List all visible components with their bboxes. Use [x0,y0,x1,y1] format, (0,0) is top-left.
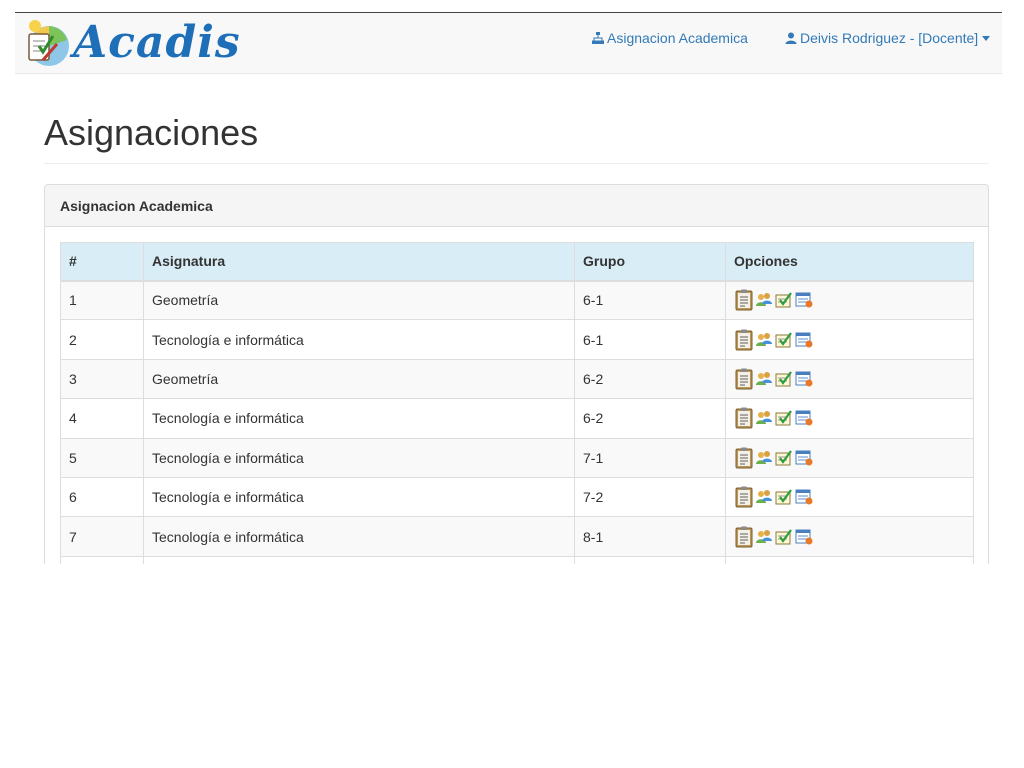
row-number: 2 [60,319,144,360]
user-menu-label: Deivis Rodriguez - [Docente] [800,30,979,46]
row-grupo: 6-1 [574,319,726,360]
grade-check-icon[interactable] [775,410,793,426]
row-grupo: 6-1 [574,279,726,321]
users-icon[interactable] [755,410,773,426]
table-row: 7 Tecnología e informática 8-1 [60,516,974,557]
row-number: 5 [60,437,144,478]
page-title: Asignaciones [44,112,259,153]
row-grupo: 7-2 [574,476,726,518]
grade-check-icon[interactable] [775,331,793,348]
table-header-row: # Asignatura Grupo Opciones [60,242,974,282]
clipboard-icon[interactable] [735,486,753,508]
report-icon[interactable] [795,529,813,545]
users-icon[interactable] [755,489,773,505]
nav-asignacion-academica-link[interactable]: Asignacion Academica [592,30,748,46]
row-opciones [725,476,974,518]
clipboard-icon[interactable] [735,526,753,548]
users-icon[interactable] [755,371,773,387]
row-opciones [725,437,974,478]
table-row [60,555,974,564]
grade-check-icon[interactable] [775,292,793,308]
table-row: 5 Tecnología e informática 7-1 [60,437,974,478]
row-number [60,555,144,564]
row-option-icons [734,289,965,311]
row-grupo: 7-1 [574,437,726,478]
row-option-icons [734,407,965,429]
row-option-icons [734,526,965,548]
clipboard-icon[interactable] [735,368,753,390]
table-row: 6 Tecnología e informática 7-2 [60,476,974,518]
grade-check-icon[interactable] [775,528,793,545]
row-asignatura [143,555,575,564]
column-header-asignatura: Asignatura [143,242,575,282]
acadis-logo-icon [19,16,71,70]
row-number: 4 [60,398,144,439]
row-grupo [574,555,726,564]
users-icon[interactable] [755,332,773,348]
column-header-opciones: Opciones [725,242,974,282]
report-icon[interactable] [795,332,813,348]
row-opciones [725,319,974,360]
row-asignatura: Tecnología e informática [143,398,575,439]
sitemap-icon [592,32,604,44]
row-asignatura: Geometría [143,279,575,321]
page-header: Asignaciones [44,112,989,164]
user-icon [785,32,797,44]
clipboard-icon[interactable] [735,289,753,311]
assignments-table: # Asignatura Grupo Opciones 1 Geometría 6-… [60,242,974,564]
row-asignatura: Tecnología e informática [143,516,575,557]
report-icon[interactable] [795,489,813,505]
table-row: 3 Geometría 6-2 [60,358,974,400]
row-number: 1 [60,279,144,321]
row-opciones [725,358,974,400]
row-asignatura: Tecnología e informática [143,437,575,478]
row-number: 3 [60,358,144,400]
row-option-icons [734,447,965,469]
row-asignatura: Geometría [143,358,575,400]
table-row: 1 Geometría 6-1 [60,279,974,321]
report-icon[interactable] [795,410,813,426]
clipboard-icon[interactable] [735,329,753,351]
row-asignatura: Tecnología e informática [143,476,575,518]
table-row: 4 Tecnología e informática 6-2 [60,398,974,439]
clipboard-icon[interactable] [735,407,753,429]
grade-check-icon[interactable] [775,371,793,387]
column-header-number: # [60,242,144,282]
nav-asignacion-label: Asignacion Academica [607,30,748,46]
navbar: Acadis Asignacion Academica Deivis Rodri… [15,13,1002,74]
row-option-icons [734,329,965,351]
panel-heading: Asignacion Academica [45,185,988,227]
grade-check-icon[interactable] [775,489,793,505]
row-opciones [725,279,974,321]
row-grupo: 8-1 [574,516,726,557]
row-opciones [725,398,974,439]
report-icon[interactable] [795,450,813,466]
brand[interactable]: Acadis [19,15,241,71]
row-option-icons [734,368,965,390]
row-number: 6 [60,476,144,518]
column-header-grupo: Grupo [574,242,726,282]
users-icon[interactable] [755,450,773,466]
row-opciones [725,516,974,557]
users-icon[interactable] [755,292,773,308]
grade-check-icon[interactable] [775,450,793,466]
report-icon[interactable] [795,371,813,387]
table-row: 2 Tecnología e informática 6-1 [60,319,974,360]
assignments-panel: Asignacion Academica # Asignatura Grupo … [44,184,989,564]
row-number: 7 [60,516,144,557]
panel-body: # Asignatura Grupo Opciones 1 Geometría 6-… [45,227,988,564]
row-opciones [725,555,974,564]
row-asignatura: Tecnología e informática [143,319,575,360]
row-grupo: 6-2 [574,398,726,439]
brand-name: Acadis [73,17,241,68]
caret-down-icon [982,35,991,41]
row-option-icons [734,486,965,508]
report-icon[interactable] [795,292,813,308]
row-grupo: 6-2 [574,358,726,400]
clipboard-icon[interactable] [735,447,753,469]
users-icon[interactable] [755,529,773,545]
user-menu-dropdown[interactable]: Deivis Rodriguez - [Docente] [785,30,991,46]
